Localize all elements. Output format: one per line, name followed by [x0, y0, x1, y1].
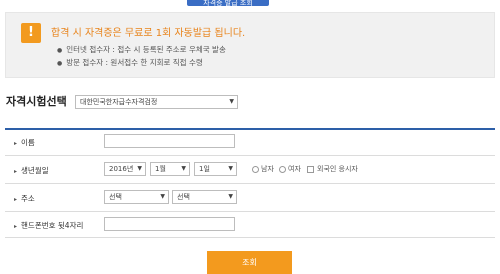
notice-line-internet: ● 인터넷 접수자 : 접수 시 등록된 주소로 우체국 발송: [57, 45, 226, 54]
exam-select-label: 자격시험선택: [6, 95, 67, 108]
dropdown-arrow-icon: ▼: [228, 193, 233, 200]
dropdown-arrow-icon: ▼: [228, 165, 233, 172]
dropdown-arrow-icon: ▼: [181, 165, 186, 172]
notice-box: ! 합격 시 자격증은 무료로 1회 자동발급 됩니다. ● 인터넷 접수자 : …: [5, 12, 495, 78]
exam-select-value: 대한민국한자급수자격검정: [80, 98, 158, 106]
exclamation-icon: !: [21, 23, 41, 43]
gender-male-label: 남자: [261, 165, 274, 173]
name-label: ▸ 이름: [14, 138, 35, 147]
birth-label: ▸ 생년월일: [14, 166, 49, 175]
chevron-right-icon: ▸: [14, 223, 18, 230]
row-divider: [5, 183, 495, 184]
dropdown-arrow-icon: ▼: [160, 193, 165, 200]
foreigner-label: 외국인 응시자: [317, 165, 358, 173]
top-tab[interactable]: 자격증 발급 조회: [187, 0, 269, 6]
exam-select[interactable]: 대한민국한자급수자격검정 ▼: [75, 95, 238, 109]
notice-title: 합격 시 자격증은 무료로 1회 자동발급 됩니다.: [51, 28, 246, 39]
notice-line-visit: ● 방문 접수자 : 원서접수 한 지회로 직접 수령: [57, 58, 203, 67]
chevron-right-icon: ▸: [14, 168, 18, 175]
gender-female-label: 여자: [288, 165, 301, 173]
address-city-select[interactable]: 선택 ▼: [104, 190, 169, 204]
bullet-icon: ●: [57, 59, 63, 67]
row-divider: [5, 211, 495, 212]
dropdown-arrow-icon: ▼: [137, 165, 142, 172]
form-top-rule: [5, 128, 495, 130]
bullet-icon: ●: [57, 46, 63, 54]
address-label: ▸ 주소: [14, 194, 35, 203]
gender-female-radio[interactable]: [279, 166, 286, 173]
dropdown-arrow-icon: ▼: [229, 98, 234, 105]
phone-last4-input[interactable]: [104, 217, 235, 231]
chevron-right-icon: ▸: [14, 140, 18, 147]
phone-label: ▸ 핸드폰번호 뒷4자리: [14, 221, 84, 230]
gender-male-radio[interactable]: [252, 166, 259, 173]
address-district-select[interactable]: 선택 ▼: [172, 190, 237, 204]
chevron-right-icon: ▸: [14, 196, 18, 203]
foreigner-checkbox[interactable]: [307, 166, 314, 173]
row-divider: [5, 155, 495, 156]
name-input[interactable]: [104, 134, 235, 148]
birth-year-select[interactable]: 2016년 ▼: [104, 162, 146, 176]
lookup-button[interactable]: 조회: [207, 251, 292, 274]
row-divider: [5, 237, 495, 238]
birth-month-select[interactable]: 1월 ▼: [150, 162, 190, 176]
birth-day-select[interactable]: 1일 ▼: [194, 162, 237, 176]
